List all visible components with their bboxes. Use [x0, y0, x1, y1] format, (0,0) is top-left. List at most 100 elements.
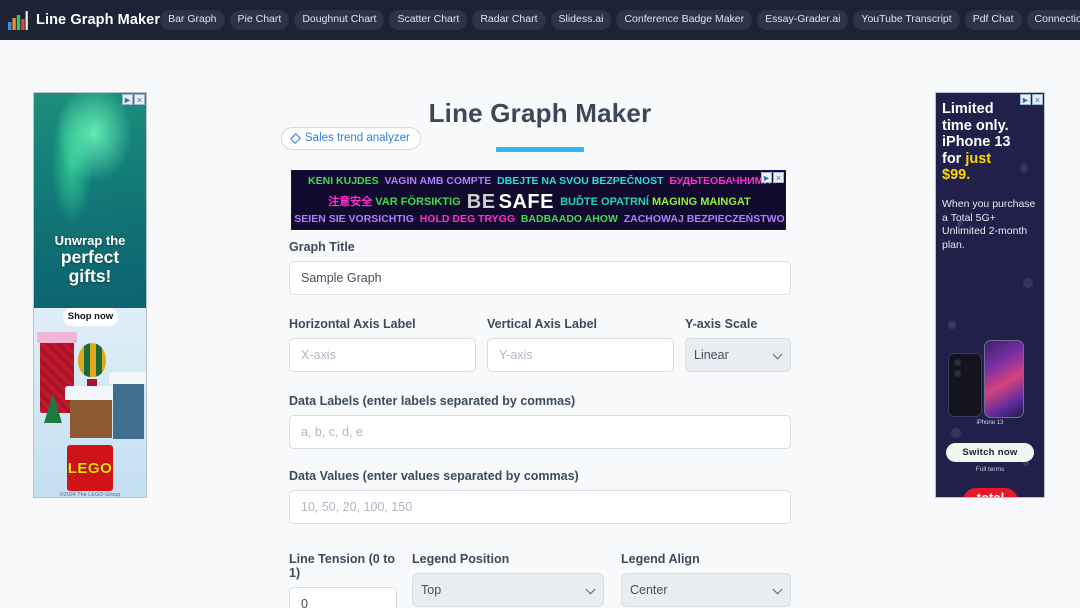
banner-r1-t4: БУДЬТЕОБАЧНИМИ [669, 175, 771, 187]
left-ad-banner[interactable]: Unwrap the perfect gifts! Shop now LEGO … [33, 92, 147, 498]
banner-be-text: BE [466, 191, 496, 213]
nav-pill-pdf-chat[interactable]: Pdf Chat [964, 10, 1022, 30]
left-ad-house-2 [109, 372, 146, 439]
camera-icon [954, 359, 961, 366]
badge-label: Sales trend analyzer [305, 132, 410, 144]
legend-align-select[interactable]: Center [621, 573, 791, 607]
banner-row-2: 注意安全 VAR FÖRSIKTIG BE SAFE BUĎTE OPATRNÍ… [292, 191, 785, 214]
right-ad-controls: ► × [1020, 94, 1043, 105]
banner-r3-t3: BADBAADO AHOW [520, 213, 618, 225]
nav-pill-doughnut-chart[interactable]: Doughnut Chart [294, 10, 385, 30]
legend-position-field-group: Legend Position Top [412, 552, 604, 608]
nav-pill-bar-graph[interactable]: Bar Graph [160, 10, 225, 30]
y-axis-input[interactable] [487, 338, 674, 372]
banner-r1-t3: DBEJTE NA SVOU BEZPEČNOST [497, 175, 664, 187]
brand-title: Line Graph Maker [36, 12, 161, 28]
left-ad-hot-air-balloon [78, 343, 106, 388]
x-axis-field-group: Horizontal Axis Label [289, 317, 476, 372]
banner-safe-text: SAFE [498, 191, 554, 213]
y-axis-scale-select-wrap: Linear [685, 338, 791, 372]
nav-pill-radar-chart[interactable]: Radar Chart [472, 10, 546, 30]
banner-r1-t1: KENI KUJDES [308, 175, 379, 187]
data-values-input[interactable] [289, 490, 791, 524]
left-ad-house [65, 386, 117, 438]
nav-pill-slidess-ai[interactable]: Slidess.ai [550, 10, 612, 30]
left-ad-copy: Unwrap the perfect gifts! [34, 233, 146, 286]
bar-chart-icon [8, 10, 28, 30]
close-icon[interactable]: × [134, 94, 145, 105]
left-ad-line-1: Unwrap the [54, 233, 126, 248]
banner-row-1: KENI KUJDES VAGIN AMB COMPTE DBEJTE NA S… [292, 175, 785, 187]
right-ad-phone-front [984, 340, 1024, 418]
legend-align-label: Legend Align [621, 552, 700, 566]
banner-row-3: SEIEN SIE VORSICHTIG HOLD DEG TRYGG BADB… [292, 213, 785, 225]
y-axis-scale-select[interactable]: Linear [685, 338, 791, 372]
close-icon[interactable]: × [773, 172, 784, 183]
legend-position-select[interactable]: Top [412, 573, 604, 607]
data-values-label: Data Values (enter values separated by c… [289, 469, 579, 483]
banner-r3-t1: SEIEN SIE VORSICHTIG [294, 213, 414, 225]
right-ad-subtext: When you purchase a Total 5G+ Unlimited … [942, 198, 1036, 251]
y-axis-scale-label: Y-axis Scale [685, 317, 758, 331]
left-ad-line-3: gifts! [68, 266, 112, 286]
banner-r3-t2: HOLD DEG TRYGG [419, 213, 515, 225]
data-labels-input[interactable] [289, 415, 791, 449]
adchoices-icon[interactable]: ► [122, 94, 133, 105]
left-ad-line-2: perfect [60, 247, 120, 267]
legend-align-field-group: Legend Align Center [621, 552, 791, 608]
left-ad-tree [44, 393, 62, 423]
data-labels-label: Data Labels (enter labels separated by c… [289, 394, 576, 408]
top-navigation-bar: Line Graph Maker Bar Graph Pie Chart Dou… [0, 0, 1080, 40]
right-ad-banner[interactable]: Limited time only. iPhone 13 for just $9… [935, 92, 1045, 498]
right-ad-full-terms-link[interactable]: Full terms [936, 466, 1044, 473]
nav-pill-essay-grader-ai[interactable]: Essay-Grader.ai [757, 10, 849, 30]
banner-r2-t1: 注意安全 [328, 196, 373, 208]
left-ad-shop-now-button[interactable]: Shop now [63, 308, 118, 326]
main-content: Line Graph Maker Sales trend analyzer KE… [0, 40, 1080, 608]
line-tension-label: Line Tension (0 to 1) [289, 552, 396, 580]
page-body: Unwrap the perfect gifts! Shop now LEGO … [0, 40, 1080, 608]
left-ad-controls: ► × [122, 94, 145, 105]
sales-trend-analyzer-badge[interactable]: Sales trend analyzer [281, 127, 421, 150]
close-icon[interactable]: × [1032, 94, 1043, 105]
center-banner-ad[interactable]: KENI KUJDES VAGIN AMB COMPTE DBEJTE NA S… [291, 170, 786, 230]
right-ad-headline-4-pre: for [942, 150, 966, 167]
data-values-field-group: Data Values (enter values separated by c… [289, 469, 791, 524]
nav-pill-connectionshint-ai[interactable]: ConnectionsHint.ai [1026, 10, 1080, 30]
x-axis-label: Horizontal Axis Label [289, 317, 416, 331]
banner-r2-t4: MAGING MAINGAT [651, 196, 751, 208]
adchoices-icon[interactable]: ► [761, 172, 772, 183]
nav-pill-list: Bar Graph Pie Chart Doughnut Chart Scatt… [160, 10, 1080, 30]
left-ad-brand-logo: LEGO [67, 445, 113, 491]
banner-ad-controls: ► × [761, 172, 784, 183]
line-tension-input[interactable] [289, 587, 397, 608]
banner-r3-t4: ZACHOWAJ BEZPIECZEŃSTWO [623, 213, 785, 225]
data-labels-field-group: Data Labels (enter labels separated by c… [289, 394, 791, 449]
right-ad-switch-now-button[interactable]: Switch now [946, 443, 1034, 462]
nav-pill-scatter-chart[interactable]: Scatter Chart [389, 10, 468, 30]
nav-pill-youtube-transcript[interactable]: YouTube Transcript [853, 10, 960, 30]
banner-r2-t3: BUĎTE OPATRNÍ [560, 196, 649, 208]
y-scale-field-group: Y-axis Scale Linear [685, 317, 791, 372]
title-accent-underline [496, 147, 584, 152]
y-axis-field-group: Vertical Axis Label [487, 317, 674, 372]
brand[interactable]: Line Graph Maker [8, 10, 161, 30]
legend-align-select-wrap: Center [621, 573, 791, 607]
banner-r2-t2: VAR FÖRSIKTIG [375, 196, 461, 208]
nav-pill-pie-chart[interactable]: Pie Chart [229, 10, 290, 30]
page-title: Line Graph Maker [428, 98, 652, 128]
adchoices-icon[interactable]: ► [1020, 94, 1031, 105]
graph-title-input[interactable] [289, 261, 791, 295]
graph-title-label: Graph Title [289, 240, 355, 254]
x-axis-input[interactable] [289, 338, 476, 372]
graph-settings-form: Graph Title Horizontal Axis Label Vertic… [289, 240, 791, 608]
legend-row: Line Tension (0 to 1) Legend Position To… [289, 552, 791, 608]
right-ad-phone-back [948, 353, 982, 417]
right-ad-brand-name: total [976, 490, 1005, 498]
banner-r1-t2: VAGIN AMB COMPTE [384, 175, 492, 187]
right-ad-brand-logo: total [963, 488, 1018, 498]
legend-position-select-wrap: Top [412, 573, 604, 607]
right-ad-phone-caption: iPhone 13 [976, 420, 1004, 426]
nav-pill-conference-badge-maker[interactable]: Conference Badge Maker [616, 10, 753, 30]
legend-position-label: Legend Position [412, 552, 510, 566]
